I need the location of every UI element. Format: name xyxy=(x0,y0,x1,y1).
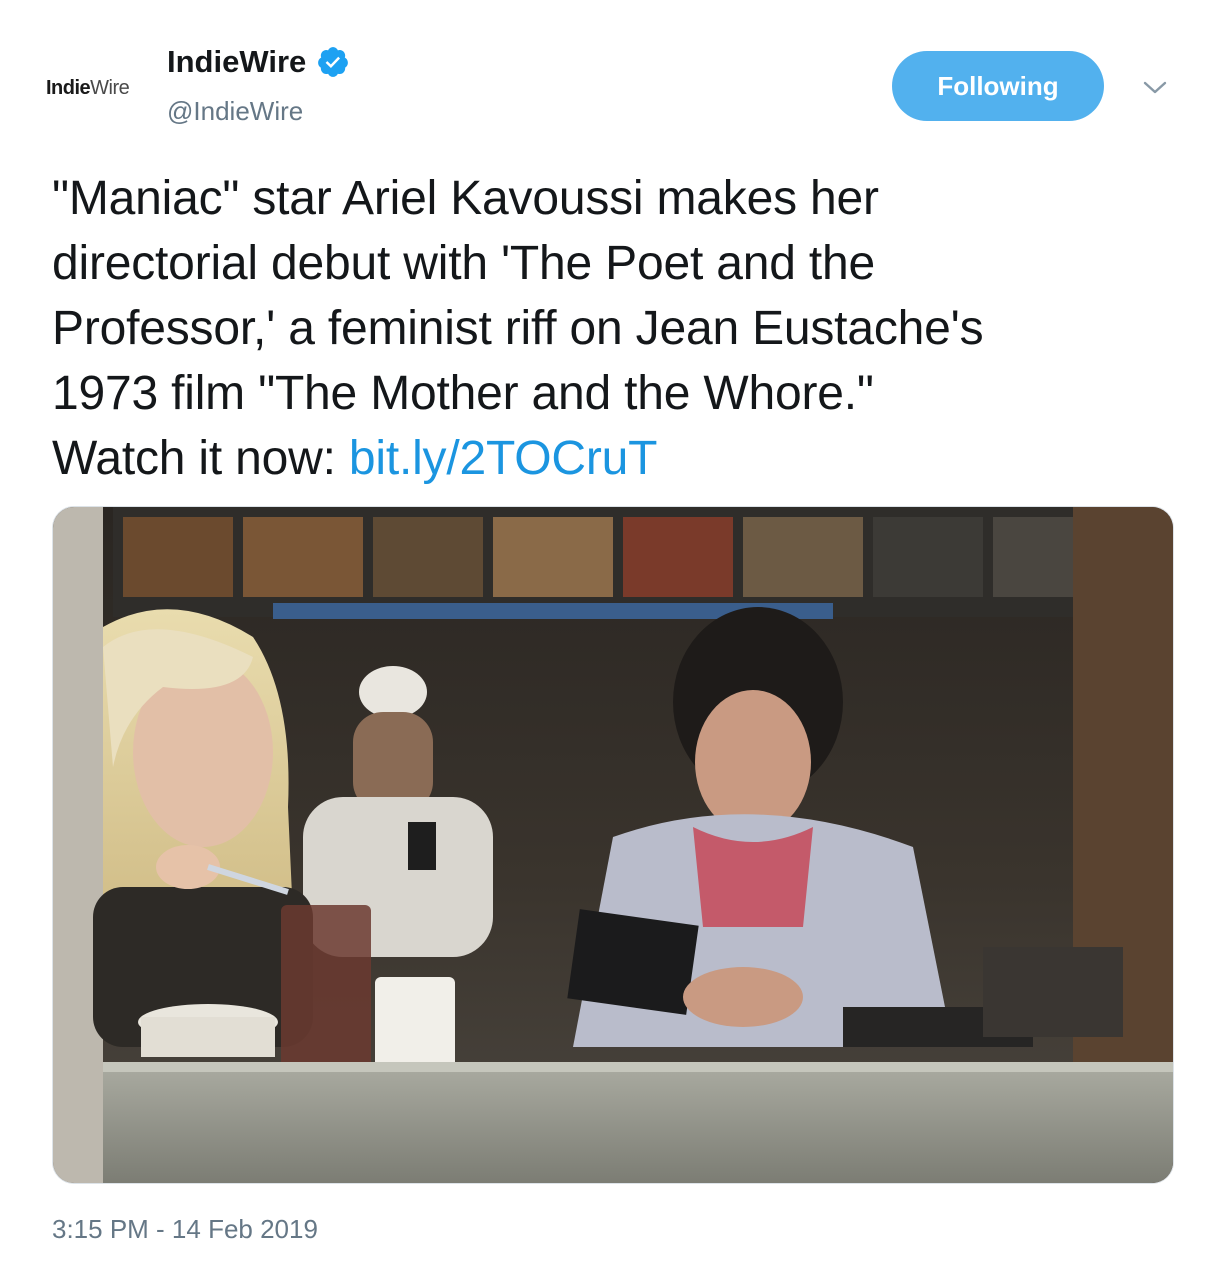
verified-badge-icon xyxy=(318,47,349,77)
tweet-text-line: 1973 film "The Mother and the Whore." xyxy=(52,367,874,420)
media-image[interactable] xyxy=(52,506,1174,1184)
avatar-text-bold: Indie xyxy=(46,76,91,99)
chevron-down-icon[interactable] xyxy=(1140,78,1170,98)
watch-prefix: Watch it now: xyxy=(52,432,349,485)
handle[interactable]: @IndieWire xyxy=(167,96,303,127)
tweet-text-line: directorial debut with 'The Poet and the xyxy=(52,237,876,290)
avatar-text-light: Wire xyxy=(90,76,130,99)
tweet-text-last-line: Watch it now: bit.ly/2TOCruT xyxy=(52,426,1182,491)
timestamp[interactable]: 3:15 PM - 14 Feb 2019 xyxy=(52,1214,318,1245)
author-name-row: IndieWire xyxy=(167,44,350,80)
tweet-card: Indie Wire IndieWire @IndieWire Following… xyxy=(0,0,1216,1272)
tweet-text-line: Professor,' a feminist riff on Jean Eust… xyxy=(52,302,984,355)
avatar[interactable]: Indie Wire xyxy=(46,64,156,112)
display-name[interactable]: IndieWire xyxy=(167,44,306,80)
following-button[interactable]: Following xyxy=(892,51,1104,121)
tweet-text-line: "Maniac" star Ariel Kavoussi makes her xyxy=(52,172,879,225)
tweet-link[interactable]: bit.ly/2TOCruT xyxy=(349,432,658,485)
tweet-text: "Maniac" star Ariel Kavoussi makes her d… xyxy=(52,166,1182,491)
diner-photo xyxy=(53,507,1173,1183)
